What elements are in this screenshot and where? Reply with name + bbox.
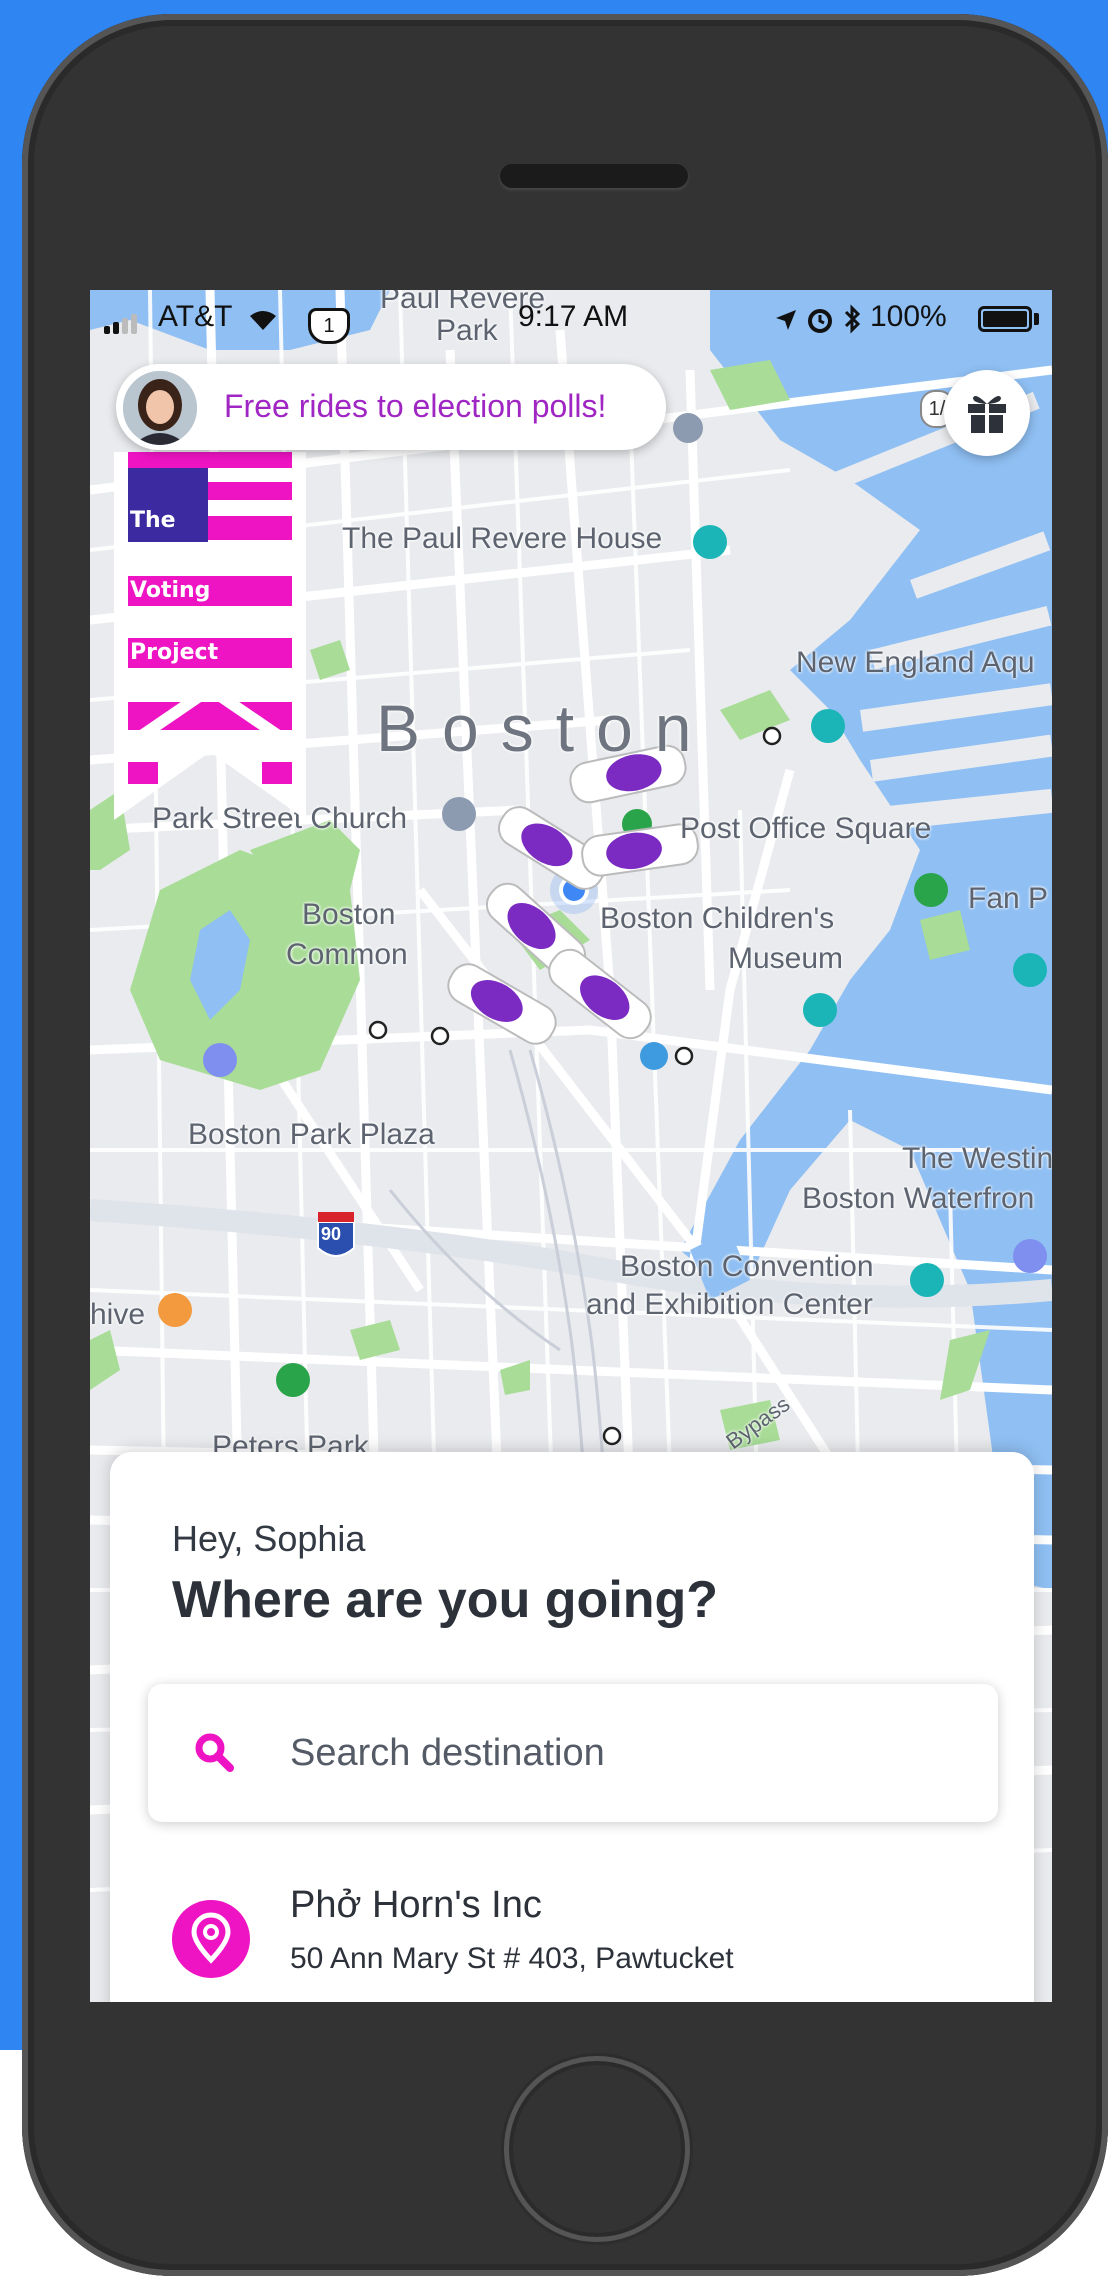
location-pin-icon xyxy=(191,1912,231,1964)
recent-location-pin[interactable] xyxy=(172,1900,250,1978)
phone-speaker xyxy=(500,164,688,188)
signal-icon xyxy=(104,314,137,334)
battery-icon xyxy=(978,306,1032,332)
banner-line-voting: Voting xyxy=(130,578,211,603)
map-label-childrens-museum-2: Museum xyxy=(728,942,844,975)
recent-destination-name[interactable]: Phở Horn's Inc xyxy=(290,1884,542,1927)
search-box[interactable] xyxy=(148,1684,998,1822)
location-arrow-icon xyxy=(776,310,796,330)
map-label-boston-park-plaza: Boston Park Plaza xyxy=(188,1118,435,1151)
clock-time: 9:17 AM xyxy=(518,300,629,333)
greeting: Hey, Sophia xyxy=(172,1518,366,1559)
search-icon xyxy=(195,1733,234,1772)
route-shield: 1 xyxy=(308,308,350,344)
avatar xyxy=(118,366,202,450)
gift-button[interactable] xyxy=(944,370,1030,456)
alarm-icon xyxy=(808,309,832,333)
wifi-icon xyxy=(250,311,276,330)
home-button[interactable] xyxy=(504,2056,690,2242)
map-label-childrens-museum: Boston Children's xyxy=(600,902,835,935)
interstate-90-shield: 90 xyxy=(321,1224,342,1244)
banner-line-project: Project xyxy=(130,640,219,665)
map-label-boston-common: Boston xyxy=(302,898,396,931)
status-bar: AT&T 1 9:17 AM 100% xyxy=(90,290,1052,346)
map-label-convention-center-2: and Exhibition Center xyxy=(586,1288,873,1321)
bluetooth-icon xyxy=(844,304,861,334)
map-label-new-england-aquarium: New England Aqu xyxy=(796,646,1035,679)
map-label-westin-2: Boston Waterfron xyxy=(802,1182,1035,1215)
voting-project-banner[interactable]: The Voting Project xyxy=(114,452,306,820)
map-label-paul-revere-house: The Paul Revere House xyxy=(342,522,663,555)
map-label-post-office-square: Post Office Square xyxy=(680,812,932,845)
recent-destination-address[interactable]: 50 Ann Mary St # 403, Pawtucket xyxy=(290,1942,734,1976)
map-label-boston-common-2: Common xyxy=(286,938,408,971)
battery-percent: 100% xyxy=(870,300,947,333)
page-title: Where are you going? xyxy=(172,1571,719,1629)
map-label-fan-pier: Fan P xyxy=(968,882,1049,915)
map-label-city: Boston xyxy=(376,691,714,765)
destination-card: Hey, Sophia Where are you going? Phở Hor… xyxy=(110,1452,1034,2002)
map-label-hive: hive xyxy=(90,1298,146,1331)
search-input[interactable] xyxy=(288,1724,952,1782)
carrier-name: AT&T xyxy=(158,300,233,333)
battery-tip xyxy=(1034,313,1039,325)
map-label-westin: The Westin xyxy=(902,1142,1052,1175)
gift-icon xyxy=(968,396,1006,433)
banner-line-the: The xyxy=(130,508,176,533)
promo-text: Free rides to election polls! xyxy=(224,388,607,424)
app-screen: Paul Revere Park The Paul Revere House N… xyxy=(90,290,1052,2002)
promo-pill[interactable]: Free rides to election polls! xyxy=(116,364,666,450)
map-label-convention-center: Boston Convention xyxy=(620,1250,874,1283)
